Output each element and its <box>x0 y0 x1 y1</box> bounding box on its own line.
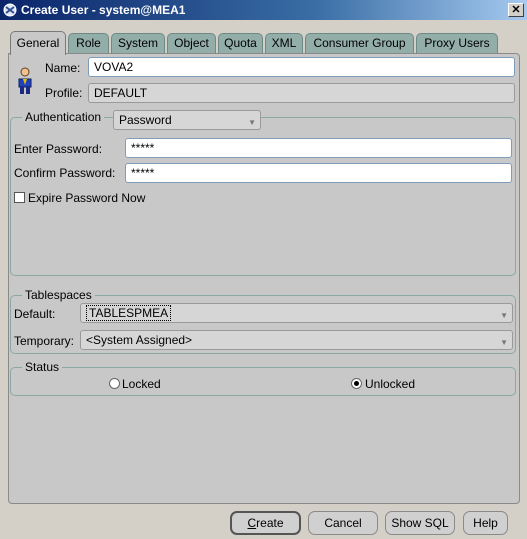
unlocked-label: Unlocked <box>365 377 416 391</box>
locked-label: Locked <box>122 377 161 391</box>
confirm-password-label: Confirm Password: <box>14 166 116 180</box>
enter-password-label: Enter Password: <box>14 142 103 156</box>
name-input[interactable] <box>88 57 515 77</box>
tab-general[interactable]: General <box>10 31 66 55</box>
locked-radio[interactable] <box>109 378 120 389</box>
expire-password-checkbox[interactable] <box>14 192 25 203</box>
tab-system[interactable]: System <box>111 33 165 53</box>
default-tablespace-select[interactable]: TABLESPMEA ▼ <box>80 303 513 323</box>
tablespaces-legend: Tablespaces <box>22 288 95 302</box>
chevron-down-icon: ▼ <box>500 338 508 347</box>
authentication-type-value: Password <box>119 113 172 127</box>
tab-proxy-users[interactable]: Proxy Users <box>416 33 498 53</box>
chevron-down-icon: ▼ <box>500 311 508 320</box>
status-legend: Status <box>22 360 63 374</box>
default-tablespace-value: TABLESPMEA <box>86 305 172 321</box>
tab-consumer-group[interactable]: Consumer Group <box>305 33 414 53</box>
temporary-tablespace-select[interactable]: <System Assigned> ▼ <box>80 330 513 350</box>
unlocked-radio[interactable] <box>351 378 362 389</box>
name-label: Name: <box>45 61 81 75</box>
tab-role[interactable]: Role <box>68 33 109 53</box>
title-bar: Create User - system@MEA1 ✕ <box>0 0 527 20</box>
confirm-password-input[interactable] <box>125 163 512 183</box>
temporary-tablespace-label: Temporary: <box>14 334 75 348</box>
status-group <box>10 367 516 396</box>
close-icon: ✕ <box>511 4 521 16</box>
close-button[interactable]: ✕ <box>508 3 524 17</box>
default-tablespace-label: Default: <box>14 307 56 321</box>
authentication-type-select[interactable]: Password ▼ <box>113 110 261 130</box>
temporary-tablespace-value: <System Assigned> <box>86 333 193 347</box>
profile-field[interactable]: DEFAULT <box>88 83 515 103</box>
tab-quota[interactable]: Quota <box>218 33 263 53</box>
app-icon <box>3 3 17 17</box>
user-icon <box>18 67 32 94</box>
window-title: Create User - system@MEA1 <box>21 3 186 17</box>
tab-object[interactable]: Object <box>167 33 216 53</box>
help-button[interactable]: Help <box>463 511 508 535</box>
profile-label: Profile: <box>45 86 83 100</box>
show-sql-button[interactable]: Show SQL <box>385 511 455 535</box>
create-label: reate <box>256 516 284 530</box>
create-mnemonic: C <box>247 516 257 530</box>
tab-xml[interactable]: XML <box>265 33 303 53</box>
authentication-legend: Authentication <box>22 110 105 124</box>
expire-password-label: Expire Password Now <box>28 191 146 205</box>
enter-password-input[interactable] <box>125 138 512 158</box>
create-button[interactable]: Create <box>230 511 301 535</box>
chevron-down-icon: ▼ <box>248 118 256 127</box>
cancel-button[interactable]: Cancel <box>308 511 378 535</box>
